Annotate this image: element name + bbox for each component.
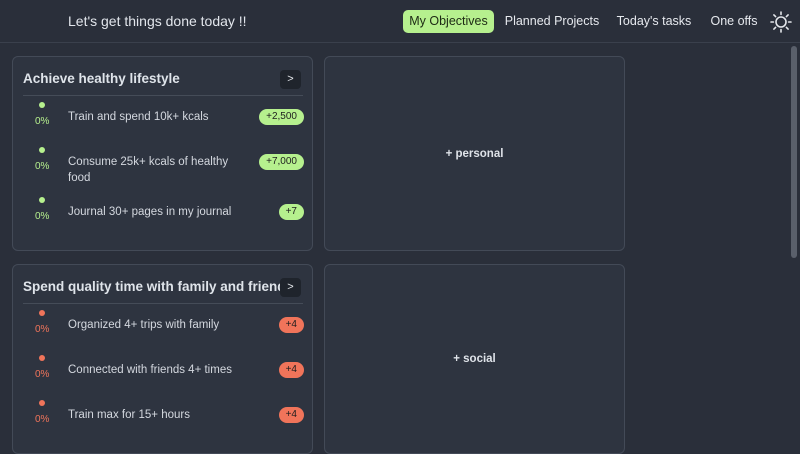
key-result-text: Organized 4+ trips with family (68, 319, 220, 331)
objective-card: Achieve healthy lifestyle > 0% Train and… (12, 56, 313, 251)
objective-card: Spend quality time with family and frien… (12, 264, 313, 454)
add-personal-card[interactable]: + personal (324, 56, 625, 251)
key-result-text: Train max for 15+ hours (68, 409, 190, 421)
progress-text: 0% (35, 161, 50, 172)
tab-my-objectives[interactable]: My Objectives (403, 10, 494, 33)
key-result-text: Connected with friends 4+ times (68, 364, 232, 376)
key-result-text: Journal 30+ pages in my journal (68, 206, 232, 218)
add-personal-label: + personal (445, 147, 504, 160)
tab-one-offs[interactable]: One offs (705, 10, 763, 33)
progress-text: 0% (35, 116, 50, 127)
theme-toggle-button[interactable] (770, 11, 792, 33)
status-dot (39, 197, 45, 203)
status-dot (39, 310, 45, 316)
objective-title: Achieve healthy lifestyle (23, 71, 180, 86)
progress-text: 0% (35, 369, 50, 380)
tab-todays-tasks[interactable]: Today's tasks (612, 10, 696, 33)
expand-objective-button[interactable]: > (280, 70, 301, 89)
target-badge: +4 (278, 362, 304, 378)
target-badge: +7 (278, 204, 304, 220)
main-nav: My Objectives Planned Projects Today's t… (0, 10, 800, 34)
add-social-card[interactable]: + social (324, 264, 625, 454)
status-dot (39, 147, 45, 153)
key-result-text: Train and spend 10k+ kcals (68, 111, 209, 123)
tab-planned-projects[interactable]: Planned Projects (502, 10, 602, 33)
top-bar: Let's get things done today !! My Object… (0, 0, 800, 43)
divider (23, 303, 303, 304)
divider (23, 95, 303, 96)
progress-text: 0% (35, 211, 50, 222)
target-badge: +4 (278, 317, 304, 333)
sun-icon (770, 11, 792, 33)
status-dot (39, 102, 45, 108)
objective-title: Spend quality time with family and frien… (23, 279, 294, 294)
status-dot (39, 355, 45, 361)
expand-objective-button[interactable]: > (280, 278, 301, 297)
target-badge: +4 (278, 407, 304, 423)
status-dot (39, 400, 45, 406)
target-badge: +7,000 (259, 154, 304, 170)
target-badge: +2,500 (259, 109, 304, 125)
key-result-text: Consume 25k+ kcals of healthy food (68, 156, 229, 184)
scrollbar[interactable] (791, 46, 797, 258)
add-social-label: + social (453, 353, 496, 365)
progress-text: 0% (35, 324, 50, 335)
progress-text: 0% (35, 414, 50, 425)
